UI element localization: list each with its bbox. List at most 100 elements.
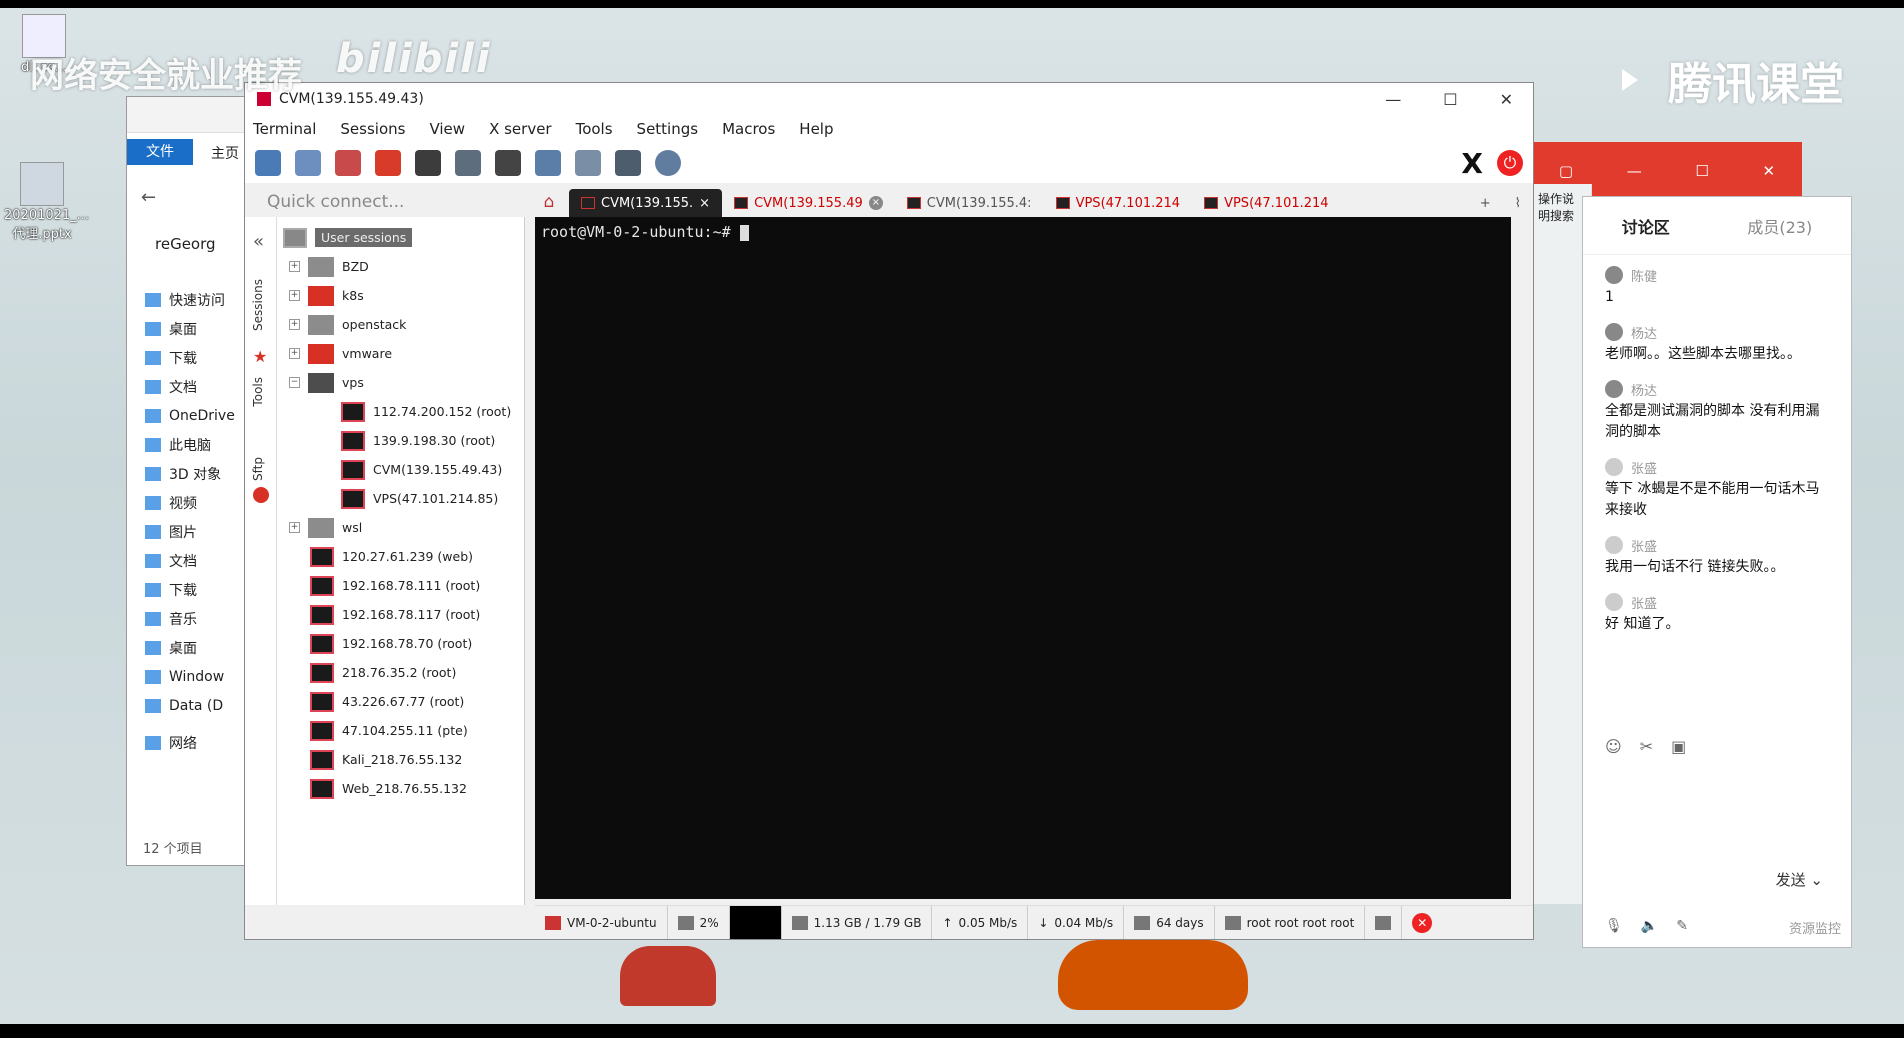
help-icon[interactable]: [655, 150, 681, 176]
tree-session[interactable]: 192.168.78.117 (root): [277, 600, 524, 629]
menu-view[interactable]: View: [429, 120, 465, 138]
tab-session[interactable]: CVM(139.155.4:: [895, 189, 1044, 217]
attach-button[interactable]: ⌇: [1503, 189, 1533, 217]
tree-session[interactable]: Kali_218.76.55.132: [277, 745, 524, 774]
collapse-icon[interactable]: −: [289, 377, 300, 388]
tree-session[interactable]: VPS(47.101.214.85): [277, 484, 524, 513]
tunneling-icon[interactable]: [575, 150, 601, 176]
sessions-icon[interactable]: [415, 150, 441, 176]
image-icon[interactable]: ▣: [1671, 737, 1686, 756]
split-icon[interactable]: [495, 150, 521, 176]
expand-icon[interactable]: +: [289, 522, 300, 533]
tools-icon[interactable]: [335, 150, 361, 176]
close-icon[interactable]: ✕: [1763, 162, 1776, 180]
xserver-icon[interactable]: X: [1461, 147, 1483, 180]
expand-icon[interactable]: +: [289, 261, 300, 272]
minimize-icon[interactable]: —: [1385, 90, 1401, 109]
terminal-scrollbar[interactable]: [1513, 217, 1531, 899]
tree-session[interactable]: 120.27.61.239 (web): [277, 542, 524, 571]
resource-monitor-link[interactable]: 资源监控: [1789, 918, 1841, 937]
tab-session[interactable]: VPS(47.101.214: [1192, 189, 1341, 217]
tab-session[interactable]: CVM(139.155.49 ×: [722, 189, 895, 217]
nav-item[interactable]: 视频: [145, 488, 235, 517]
side-tab-sessions[interactable]: Sessions: [251, 279, 265, 331]
window-titlebar[interactable]: CVM(139.155.49.43) — ☐ ✕: [245, 83, 1533, 115]
servers-icon[interactable]: [295, 150, 321, 176]
nav-item[interactable]: 下载: [145, 343, 235, 372]
close-icon[interactable]: ✕: [1500, 90, 1513, 109]
sftp-icon[interactable]: [253, 487, 269, 503]
nav-item[interactable]: 此电脑: [145, 430, 235, 459]
menu-help[interactable]: Help: [799, 120, 833, 138]
scissors-icon[interactable]: ✂: [1640, 737, 1653, 756]
star-icon[interactable]: ★: [253, 347, 267, 366]
menu-settings[interactable]: Settings: [637, 120, 699, 138]
expand-icon[interactable]: +: [289, 348, 300, 359]
menu-sessions[interactable]: Sessions: [340, 120, 405, 138]
nav-item[interactable]: 桌面: [145, 314, 235, 343]
session-icon[interactable]: [255, 150, 281, 176]
menu-tools[interactable]: Tools: [576, 120, 613, 138]
tab-session[interactable]: VPS(47.101.214: [1044, 189, 1193, 217]
side-tab-tools[interactable]: Tools: [251, 377, 265, 407]
layout-icon[interactable]: ▢: [1559, 162, 1573, 180]
tree-session[interactable]: 192.168.78.70 (root): [277, 629, 524, 658]
expand-icon[interactable]: +: [289, 290, 300, 301]
collapse-icon[interactable]: «: [253, 231, 264, 252]
nav-item[interactable]: 3D 对象: [145, 459, 235, 488]
tree-session[interactable]: 43.226.67.77 (root): [277, 687, 524, 716]
explorer-tab-file[interactable]: 文件: [127, 139, 193, 165]
tree-folder-expanded[interactable]: − vps: [277, 368, 524, 397]
status-stop[interactable]: ✕: [1402, 906, 1442, 939]
tree-folder[interactable]: + BZD: [277, 252, 524, 281]
send-button[interactable]: 发送 ⌄: [1776, 869, 1823, 890]
close-icon[interactable]: ×: [699, 196, 710, 211]
back-arrow-icon[interactable]: ←: [141, 187, 156, 208]
tree-folder[interactable]: + openstack: [277, 310, 524, 339]
maximize-icon[interactable]: ☐: [1695, 162, 1708, 180]
packages-icon[interactable]: [615, 150, 641, 176]
tree-session[interactable]: 47.104.255.11 (pte): [277, 716, 524, 745]
quick-connect-input[interactable]: Quick connect...: [245, 187, 529, 217]
tab-session-active[interactable]: CVM(139.155. ×: [569, 189, 723, 217]
tab-discussion[interactable]: 讨论区: [1622, 214, 1670, 238]
tree-session[interactable]: 139.9.198.30 (root): [277, 426, 524, 455]
nav-item[interactable]: 下载: [145, 575, 235, 604]
tree-root[interactable]: User sessions: [277, 223, 524, 252]
nav-item[interactable]: Data (D: [145, 691, 235, 720]
tree-folder[interactable]: + wsl: [277, 513, 524, 542]
tree-folder[interactable]: + k8s: [277, 281, 524, 310]
nav-item[interactable]: 快速访问: [145, 285, 235, 314]
hand-icon[interactable]: ✎: [1676, 918, 1688, 937]
home-icon[interactable]: ⌂: [529, 187, 569, 217]
emoji-icon[interactable]: ☺: [1605, 737, 1622, 756]
nav-item[interactable]: 网络: [145, 728, 235, 757]
speaker-icon[interactable]: 🔈: [1641, 918, 1658, 937]
tab-members[interactable]: 成员(23): [1747, 214, 1812, 238]
side-tab-sftp[interactable]: Sftp: [251, 457, 265, 481]
tree-session[interactable]: CVM(139.155.49.43): [277, 455, 524, 484]
nav-item[interactable]: 文档: [145, 546, 235, 575]
nav-item[interactable]: 桌面: [145, 633, 235, 662]
desktop-pptx-icon[interactable]: 20201021_... 代理.pptx: [4, 162, 89, 242]
microphone-icon[interactable]: 🎙: [1605, 918, 1623, 937]
nav-item[interactable]: 文档: [145, 372, 235, 401]
exit-power-icon[interactable]: ⏻: [1497, 150, 1523, 176]
nav-item[interactable]: 音乐: [145, 604, 235, 633]
minimize-icon[interactable]: —: [1627, 162, 1642, 180]
menu-xserver[interactable]: X server: [489, 120, 552, 138]
tree-session[interactable]: 192.168.78.111 (root): [277, 571, 524, 600]
terminal[interactable]: root@VM-0-2-ubuntu:~#: [535, 217, 1511, 899]
nav-item[interactable]: OneDrive: [145, 401, 235, 430]
multiexec-icon[interactable]: [535, 150, 561, 176]
tree-session[interactable]: 112.74.200.152 (root): [277, 397, 524, 426]
menu-terminal[interactable]: Terminal: [253, 120, 316, 138]
nav-item[interactable]: 图片: [145, 517, 235, 546]
tree-session[interactable]: 218.76.35.2 (root): [277, 658, 524, 687]
tree-folder[interactable]: + vmware: [277, 339, 524, 368]
star-icon[interactable]: [375, 150, 401, 176]
explorer-tab-home[interactable]: 主页: [211, 143, 239, 163]
nav-item[interactable]: Window: [145, 662, 235, 691]
view-icon[interactable]: [455, 150, 481, 176]
tree-session[interactable]: Web_218.76.55.132: [277, 774, 524, 803]
